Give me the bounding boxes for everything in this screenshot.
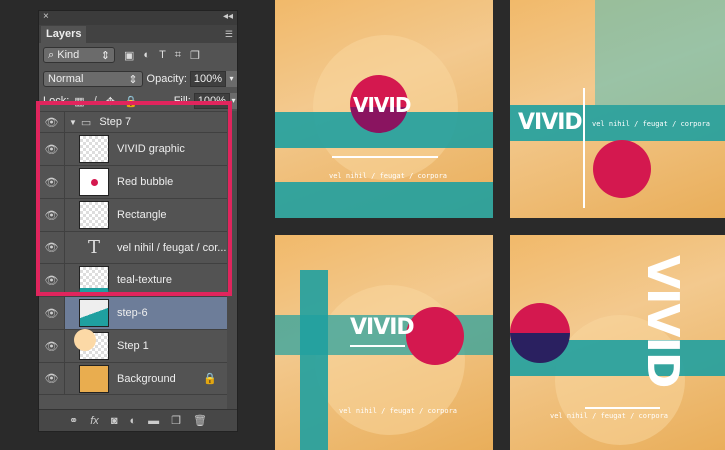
subtitle: vel nihil / feugat / corpora <box>550 412 669 420</box>
divider-line <box>583 88 585 208</box>
new-group-icon[interactable]: ▬ <box>148 415 159 427</box>
link-layers-icon[interactable]: ⚭ <box>69 414 78 427</box>
filter-kind-select[interactable]: ⌕ Kind ⇕ <box>43 47 115 63</box>
layer-name: step-6 <box>117 307 148 319</box>
canvas-variant-4: VIVID vel nihil / feugat / corpora <box>510 235 725 450</box>
layer-step-1[interactable]: 👁 Step 1 <box>39 329 227 362</box>
new-layer-icon[interactable]: ❐ <box>171 414 181 427</box>
selection-highlight <box>36 101 232 296</box>
filter-type-icon[interactable]: T <box>159 49 166 61</box>
eye-icon[interactable]: 👁 <box>39 363 65 394</box>
eye-icon[interactable]: 👁 <box>39 330 65 362</box>
blend-mode-select[interactable]: Normal ⇕ <box>43 71 143 87</box>
close-icon[interactable]: × <box>43 11 49 22</box>
canvas-variant-1: VIVID vel nihil / feugat / corpora <box>275 0 493 218</box>
collapse-icon[interactable]: ◂◂ <box>223 11 233 22</box>
subtitle: vel nihil / feugat / corpora <box>592 120 711 128</box>
opacity-dropdown[interactable]: ▾ <box>226 71 237 87</box>
layer-step-6[interactable]: 👁 step-6 <box>39 296 227 329</box>
adjustment-layer-icon[interactable]: ◐ <box>129 415 136 427</box>
subtitle: vel nihil / feugat / corpora <box>329 172 448 180</box>
search-icon: ⌕ <box>48 48 55 61</box>
fx-icon[interactable]: fx <box>90 415 99 427</box>
divider-line <box>585 407 660 409</box>
panel-topbar: × ◂◂ <box>39 11 237 25</box>
vivid-title: VIVID <box>353 93 411 117</box>
opacity-input[interactable]: 100% <box>189 71 227 87</box>
filter-pixel-icon[interactable]: ▣ <box>124 49 134 62</box>
filter-smart-object-icon[interactable]: ❐ <box>190 49 200 62</box>
filter-adjustment-icon[interactable]: ◐ <box>143 49 150 61</box>
canvas-variant-3: VIVID vel nihil / feugat / corpora <box>275 235 493 450</box>
divider-line <box>332 156 438 158</box>
layer-background[interactable]: 👁 Background 🔒 <box>39 362 227 395</box>
divider-line <box>350 345 405 347</box>
panel-menu-icon[interactable]: ☰ <box>225 29 233 40</box>
layer-name: Step 1 <box>117 340 149 352</box>
trash-icon[interactable]: 🗑 <box>193 414 207 427</box>
subtitle: vel nihil / feugat / corpora <box>339 407 458 415</box>
eye-icon[interactable]: 👁 <box>39 297 65 329</box>
opacity-label: Opacity: <box>146 73 187 85</box>
layer-mask-icon[interactable]: ◙ <box>111 415 118 427</box>
layers-toolbar: ⚭ fx ◙ ◐ ▬ ❐ 🗑 <box>39 409 237 431</box>
vivid-title: VIVID <box>350 315 415 340</box>
vivid-title: VIVID <box>637 255 688 388</box>
lock-icon: 🔒 <box>203 373 217 385</box>
filter-shape-icon[interactable]: ⌗ <box>175 49 181 62</box>
layer-thumbnail <box>74 329 109 360</box>
layer-thumbnail <box>79 299 109 327</box>
layer-thumbnail <box>79 364 109 393</box>
vivid-title: VIVID <box>518 110 583 135</box>
canvas-variant-2: VIVID vel nihil / feugat / corpora <box>510 0 725 218</box>
blend-mode-value: Normal <box>48 73 84 85</box>
tab-layers[interactable]: Layers <box>41 26 87 43</box>
layer-name: Background <box>117 372 176 385</box>
filter-kind-label: Kind <box>57 48 80 61</box>
